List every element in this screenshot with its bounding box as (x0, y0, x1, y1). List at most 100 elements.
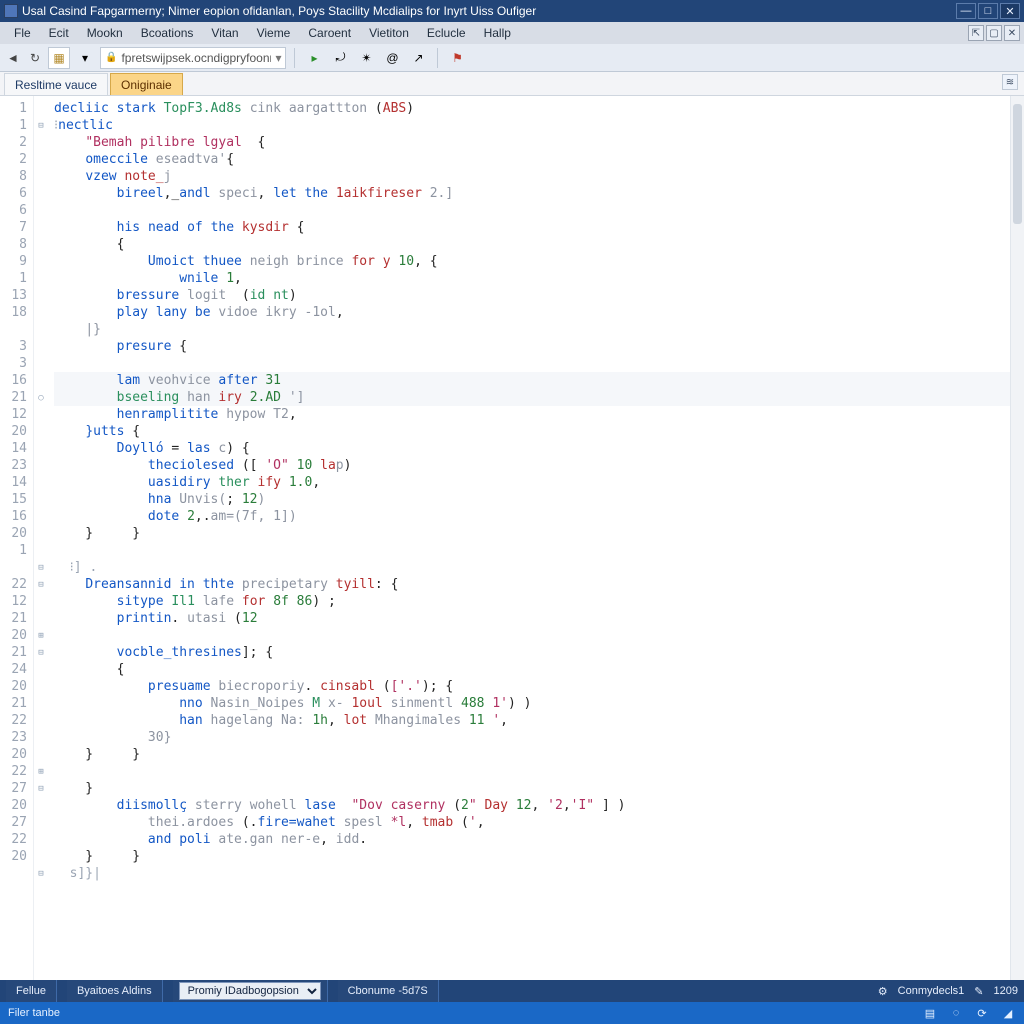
close-inner-icon[interactable]: ✕ (1004, 25, 1020, 41)
code-line[interactable] (54, 763, 1010, 780)
line-number-gutter: 1122866789113183316211220142314151620122… (0, 96, 34, 980)
tab-realtime[interactable]: Resltime vauce (4, 73, 108, 95)
tabstrip-overflow-icon[interactable]: ≋ (1002, 74, 1018, 90)
code-line[interactable]: lam veohvice after 31 (54, 372, 1010, 389)
code-line[interactable]: { (54, 661, 1010, 678)
status-seg-fellue[interactable]: Fellue (6, 980, 57, 1002)
status-gear-icon[interactable]: ⚙ (878, 985, 888, 998)
code-line[interactable]: his nead of the kysdir { (54, 219, 1010, 236)
status-sync-icon[interactable]: ⟳ (974, 1005, 990, 1021)
code-line[interactable]: decliic stark TopF3.Ad8s cink aargattton… (54, 100, 1010, 117)
code-line[interactable]: } } (54, 848, 1010, 865)
tab-strip: Resltime vauce Oniginaie ≋ (0, 72, 1024, 96)
code-line[interactable]: ⁝] . (54, 559, 1010, 576)
code-line[interactable]: Doylló = las c) { (54, 440, 1010, 457)
code-line[interactable]: sitype Il1 lafe for 8f 86) ; (54, 593, 1010, 610)
code-line[interactable]: wnile 1, (54, 270, 1010, 287)
minimize-icon[interactable]: — (956, 3, 976, 19)
refresh-icon[interactable]: ⤾ (329, 47, 351, 69)
code-area[interactable]: decliic stark TopF3.Ad8s cink aargattton… (48, 96, 1010, 980)
status-bar-secondary: Filer tanbe ▤ ◌ ⟳ ◢ (0, 1002, 1024, 1024)
menu-file[interactable]: Fle (6, 24, 39, 42)
menu-vieme[interactable]: Vieme (249, 24, 299, 42)
link-icon[interactable]: ✴ (355, 47, 377, 69)
status-select-promiy[interactable]: Promiy IDadbogopsion (179, 982, 321, 1000)
code-line[interactable]: bseeling han iry 2.AD '] (54, 389, 1010, 406)
run-icon[interactable]: ▸ (303, 47, 325, 69)
menu-bcoation[interactable]: Bcoations (133, 24, 202, 42)
code-line[interactable]: han hagelang Na: 1h, lot Mhangimales 11 … (54, 712, 1010, 729)
code-line[interactable]: and poli ate.gan ner-e, idd. (54, 831, 1010, 848)
code-line[interactable]: nno Nasin_Noipes M x- 1oul sinmentl 488 … (54, 695, 1010, 712)
restore-icon[interactable]: ⇱ (968, 25, 984, 41)
code-line[interactable]: |} (54, 321, 1010, 338)
menu-help[interactable]: Hallp (476, 24, 519, 42)
flag-icon[interactable]: ⚑ (446, 47, 468, 69)
forward-icon[interactable]: ↻ (26, 49, 44, 67)
code-line[interactable]: 30} (54, 729, 1010, 746)
title-bar: Usal Casind Fapgarmerny; Nimer eopion of… (0, 0, 1024, 22)
code-line[interactable]: presuame biecroporiy. cinsabl (['.'); { (54, 678, 1010, 695)
code-line[interactable] (54, 202, 1010, 219)
status-num: 1209 (994, 985, 1018, 997)
code-line[interactable]: presure { (54, 338, 1010, 355)
code-line[interactable]: omeccile eseadtva'{ (54, 151, 1010, 168)
code-line[interactable] (54, 542, 1010, 559)
new-file-icon[interactable]: ▦ (48, 47, 70, 69)
code-line[interactable]: theciolesed ([ 'O" 10 lap) (54, 457, 1010, 474)
code-line[interactable]: henramplitite hypow T2, (54, 406, 1010, 423)
status-conmydecls: Conmydecls1 (898, 985, 965, 997)
code-line[interactable]: bressure logit (id nt) (54, 287, 1010, 304)
menu-vietiton[interactable]: Vietiton (361, 24, 417, 42)
status-doc-icon[interactable]: ▤ (922, 1005, 938, 1021)
code-line[interactable]: Umoict thuee neigh brince for y 10, { (54, 253, 1010, 270)
fold-column[interactable]: ⊟○⊟⊟⊞⊟⊞⊟⊟ (34, 96, 48, 980)
address-dropdown-icon[interactable]: ▾ (275, 51, 281, 65)
window-icon[interactable]: ▢ (986, 25, 1002, 41)
code-line[interactable]: ⁝nectlic (54, 117, 1010, 134)
code-line[interactable] (54, 355, 1010, 372)
back-icon[interactable]: ◄ (4, 49, 22, 67)
code-line[interactable]: Dreansannid in thte precipetary tyill: { (54, 576, 1010, 593)
scrollbar-thumb[interactable] (1013, 104, 1022, 224)
status-seg-byaitoes[interactable]: Byaitoes Aldins (67, 980, 163, 1002)
code-line[interactable]: } } (54, 525, 1010, 542)
menu-eclucle[interactable]: Eclucle (419, 24, 474, 42)
zoom-icon[interactable]: ↗ (407, 47, 429, 69)
maximize-icon[interactable]: □ (978, 3, 998, 19)
address-bar[interactable]: 🔒 ▾ (100, 47, 286, 69)
status-signal-icon[interactable]: ◢ (1000, 1005, 1016, 1021)
code-line[interactable] (54, 627, 1010, 644)
code-line[interactable]: play lany be vidoe ikry -1ol, (54, 304, 1010, 321)
code-line[interactable]: printin. utasi (12 (54, 610, 1010, 627)
code-line[interactable]: hna Unvis(; 12) (54, 491, 1010, 508)
code-line[interactable]: }utts { (54, 423, 1010, 440)
code-line[interactable]: vzew note_j (54, 168, 1010, 185)
code-line[interactable]: "Bemah pilibre lgyal { (54, 134, 1010, 151)
menu-bar: Fle Ecit Mookn Bcoations Vitan Vieme Car… (0, 22, 1024, 44)
status-seg-cbonume[interactable]: Cbonume -5d7S (338, 980, 439, 1002)
vertical-scrollbar[interactable] (1010, 96, 1024, 980)
code-line[interactable]: } (54, 780, 1010, 797)
code-line[interactable]: diismollç sterry wohell lase "Dov casern… (54, 797, 1010, 814)
menu-mookn[interactable]: Mookn (79, 24, 131, 42)
tab-originaie[interactable]: Oniginaie (110, 73, 183, 95)
menu-vitan[interactable]: Vitan (203, 24, 246, 42)
status-bell-icon[interactable]: ◌ (948, 1005, 964, 1021)
menu-edit[interactable]: Ecit (41, 24, 77, 42)
address-input[interactable] (121, 51, 271, 65)
code-line[interactable]: dote 2,.am=(7f, 1]) (54, 508, 1010, 525)
code-line[interactable]: uasidiry ther ify 1.0, (54, 474, 1010, 491)
code-editor[interactable]: 1122866789113183316211220142314151620122… (0, 96, 1024, 980)
status-filer-tanbe: Filer tanbe (8, 1007, 60, 1019)
menu-caroent[interactable]: Caroent (300, 24, 359, 42)
globe-icon[interactable]: @ (381, 47, 403, 69)
close-icon[interactable]: ✕ (1000, 3, 1020, 19)
code-line[interactable]: thei.ardoes (.fire=wahet spesl *l, tmab … (54, 814, 1010, 831)
code-line[interactable]: { (54, 236, 1010, 253)
code-line[interactable]: bireel,_andl speci, let the 1aikfireser … (54, 185, 1010, 202)
chevron-down-icon[interactable]: ▾ (74, 47, 96, 69)
code-line[interactable]: } } (54, 746, 1010, 763)
code-line[interactable]: s]}| (54, 865, 1010, 882)
code-line[interactable]: vocble_thresines]; { (54, 644, 1010, 661)
